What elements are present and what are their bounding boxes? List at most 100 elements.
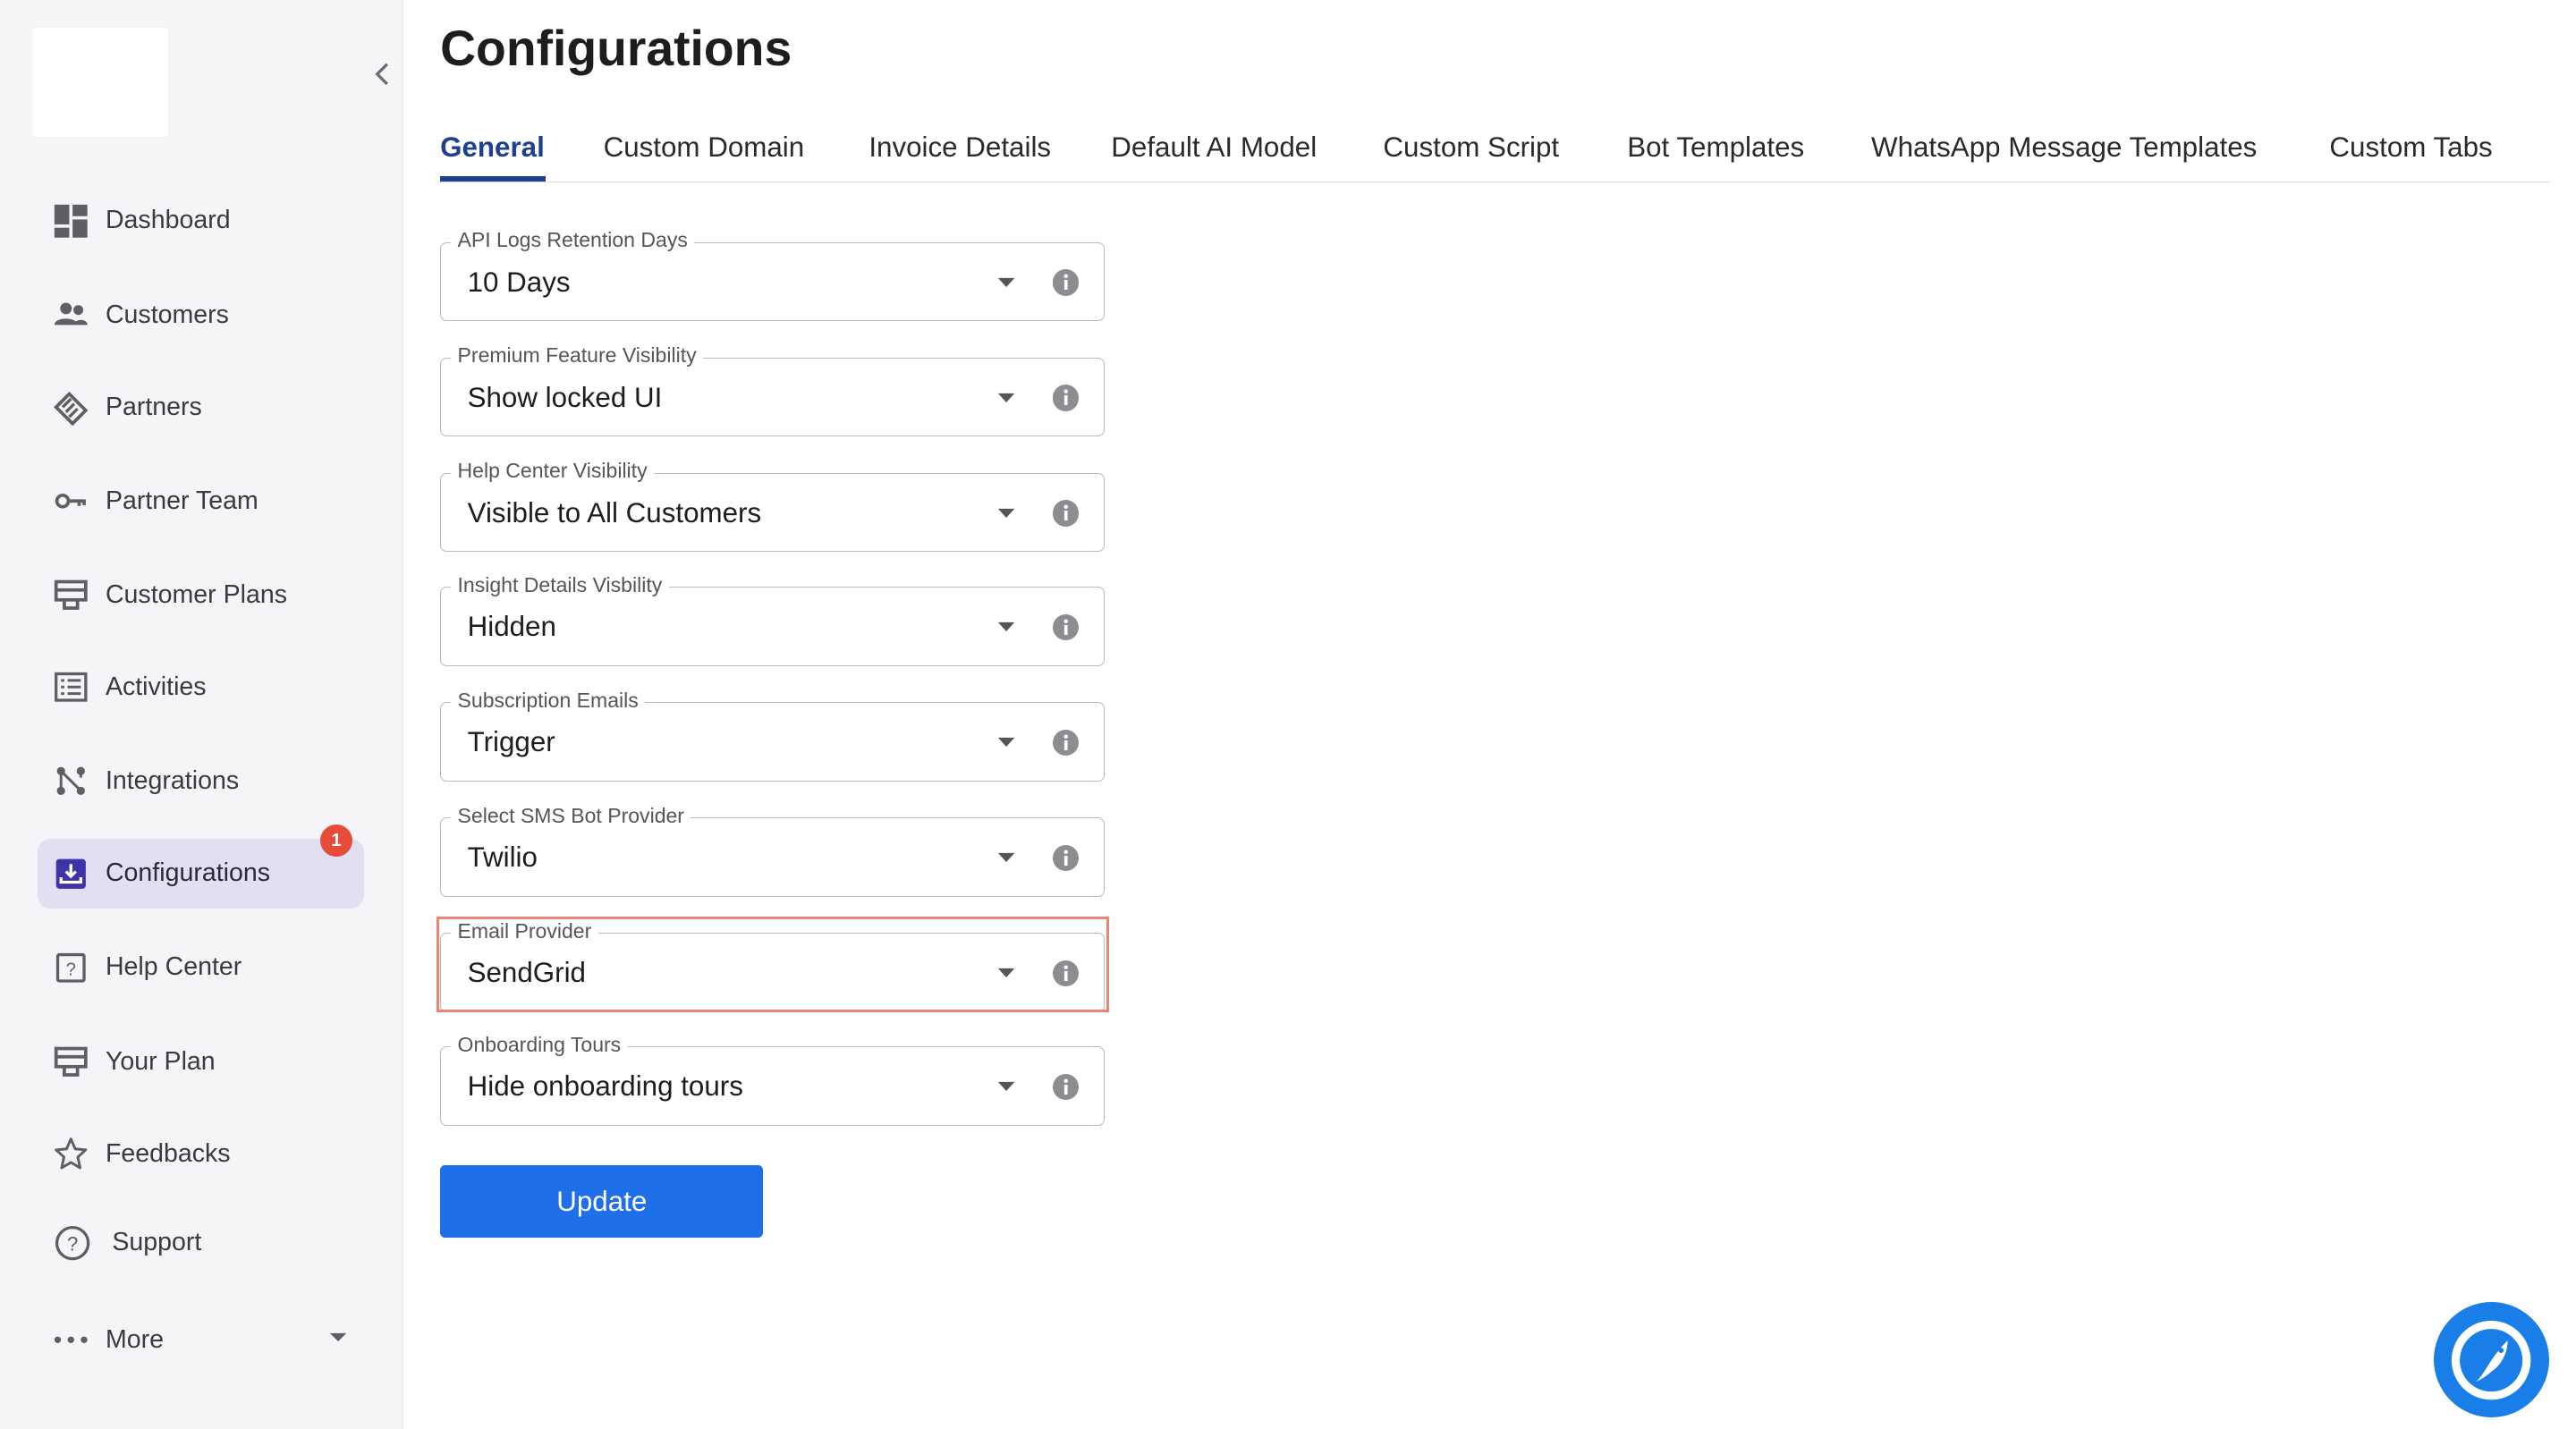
page-title: Configurations <box>440 21 792 77</box>
field-value: Hide onboarding tours <box>467 1070 743 1103</box>
sidebar-item-configurations[interactable]: Configurations <box>38 839 365 909</box>
info-icon[interactable] <box>1052 500 1080 527</box>
tab-general[interactable]: General <box>440 131 545 164</box>
chat-bot-icon <box>2451 1320 2531 1399</box>
collapse-sidebar-button[interactable] <box>366 58 399 91</box>
help-center-visibility-select[interactable]: Help Center Visibility Visible to All Cu… <box>440 459 1105 553</box>
dropdown-arrow-icon <box>998 968 1015 978</box>
tab-custom-tabs[interactable]: Custom Tabs <box>2329 131 2492 164</box>
logo <box>32 28 168 137</box>
help-center-icon: ? <box>53 950 89 986</box>
dropdown-arrow-icon <box>998 393 1015 402</box>
tab-invoice-details[interactable]: Invoice Details <box>869 131 1051 164</box>
sidebar-item-label: Dashboard <box>105 206 231 235</box>
sidebar-item-integrations[interactable]: Integrations <box>38 747 364 816</box>
active-tab-indicator <box>440 176 547 182</box>
field-value: 10 Days <box>467 266 571 298</box>
info-icon[interactable] <box>1052 613 1080 641</box>
subscription-emails-select[interactable]: Subscription Emails Trigger <box>440 688 1105 782</box>
sidebar-item-label: Help Center <box>105 952 242 982</box>
onboarding-tours-select[interactable]: Onboarding Tours Hide onboarding tours <box>440 1032 1105 1126</box>
insight-details-visibility-select[interactable]: Insight Details Visbility Hidden <box>440 572 1105 666</box>
api-logs-retention-select[interactable]: API Logs Retention Days 10 Days <box>440 228 1105 322</box>
dropdown-arrow-icon <box>998 1082 1015 1092</box>
sidebar-item-label: Support <box>112 1228 202 1257</box>
email-provider-select[interactable]: Email Provider SendGrid <box>440 918 1105 1012</box>
sidebar: Dashboard Customers Partners Partner Tea… <box>0 0 403 1429</box>
info-icon[interactable] <box>1052 844 1080 872</box>
field-value: Hidden <box>467 610 556 642</box>
field-label: Insight Details Visbility <box>451 572 669 597</box>
sidebar-item-label: Customers <box>105 300 229 329</box>
sidebar-item-label: Feedbacks <box>105 1138 231 1168</box>
tab-default-ai-model[interactable]: Default AI Model <box>1111 131 1317 164</box>
sidebar-item-feedbacks[interactable]: Feedbacks <box>38 1120 364 1188</box>
field-value: Visible to All Customers <box>467 496 762 528</box>
svg-text:?: ? <box>67 1232 78 1255</box>
sidebar-item-partner-team[interactable]: Partner Team <box>38 467 364 536</box>
info-icon[interactable] <box>1052 269 1080 296</box>
chevron-left-icon <box>375 63 389 86</box>
field-label: Onboarding Tours <box>451 1032 628 1057</box>
tab-custom-domain[interactable]: Custom Domain <box>604 131 805 164</box>
field-label: Email Provider <box>451 918 598 943</box>
sms-bot-provider-select[interactable]: Select SMS Bot Provider Twilio <box>440 803 1105 897</box>
dropdown-arrow-icon <box>998 852 1015 863</box>
premium-feature-visibility-select[interactable]: Premium Feature Visibility Show locked U… <box>440 343 1105 437</box>
sidebar-item-label: More <box>105 1325 164 1355</box>
key-icon <box>53 483 89 520</box>
chat-widget-button[interactable] <box>2433 1302 2549 1418</box>
info-icon[interactable] <box>1052 729 1080 757</box>
support-icon: ? <box>53 1223 92 1263</box>
tab-whatsapp-message-templates[interactable]: WhatsApp Message Templates <box>1871 131 2257 164</box>
dropdown-arrow-icon <box>998 508 1015 518</box>
info-icon[interactable] <box>1052 385 1080 411</box>
sidebar-item-customers[interactable]: Customers <box>38 280 364 349</box>
sidebar-item-more[interactable]: More <box>38 1306 364 1374</box>
info-icon[interactable] <box>1052 1073 1080 1101</box>
sidebar-item-label: Your Plan <box>105 1046 216 1076</box>
sidebar-item-partners[interactable]: Partners <box>38 373 364 442</box>
activities-icon <box>53 669 89 706</box>
dashboard-icon <box>53 203 89 240</box>
field-value: Show locked UI <box>467 381 663 413</box>
field-value: Trigger <box>467 726 555 757</box>
partners-icon <box>53 389 89 426</box>
field-label: Premium Feature Visibility <box>451 343 703 368</box>
sidebar-item-activities[interactable]: Activities <box>38 653 364 722</box>
sidebar-item-dashboard[interactable]: Dashboard <box>38 186 364 255</box>
sidebar-item-help-center[interactable]: ? Help Center <box>38 933 364 1002</box>
update-button[interactable]: Update <box>440 1165 764 1239</box>
configurations-icon <box>53 856 89 892</box>
field-label: API Logs Retention Days <box>451 228 695 253</box>
sidebar-item-label: Configurations <box>105 858 271 888</box>
field-label: Help Center Visibility <box>451 459 654 484</box>
tab-custom-script[interactable]: Custom Script <box>1383 131 1559 164</box>
sidebar-item-label: Activities <box>105 672 207 702</box>
plans-icon <box>53 577 89 613</box>
field-label: Subscription Emails <box>451 688 646 713</box>
sidebar-item-your-plan[interactable]: Your Plan <box>38 1027 364 1095</box>
dropdown-arrow-icon <box>998 621 1015 632</box>
sidebar-item-customer-plans[interactable]: Customer Plans <box>38 561 364 630</box>
customers-icon <box>53 297 89 334</box>
star-icon <box>53 1136 89 1172</box>
svg-text:?: ? <box>66 960 76 979</box>
chevron-down-icon[interactable] <box>328 1332 348 1345</box>
plan-icon <box>53 1044 89 1080</box>
sidebar-item-label: Partner Team <box>105 486 258 515</box>
field-value: Twilio <box>467 841 538 874</box>
dropdown-arrow-icon <box>998 277 1015 287</box>
field-label: Select SMS Bot Provider <box>451 803 691 828</box>
sidebar-item-label: Partners <box>105 392 202 421</box>
sidebar-item-support[interactable]: ? Support <box>38 1208 364 1277</box>
sidebar-item-label: Integrations <box>105 766 240 796</box>
field-value: SendGrid <box>467 957 586 989</box>
more-icon <box>53 1322 89 1358</box>
integrations-icon <box>53 763 89 799</box>
info-icon[interactable] <box>1052 960 1080 987</box>
sidebar-item-label: Customer Plans <box>105 579 288 609</box>
tab-bot-templates[interactable]: Bot Templates <box>1627 131 1804 164</box>
tab-bar: General Custom Domain Invoice Details De… <box>440 125 2551 182</box>
dropdown-arrow-icon <box>998 737 1015 748</box>
